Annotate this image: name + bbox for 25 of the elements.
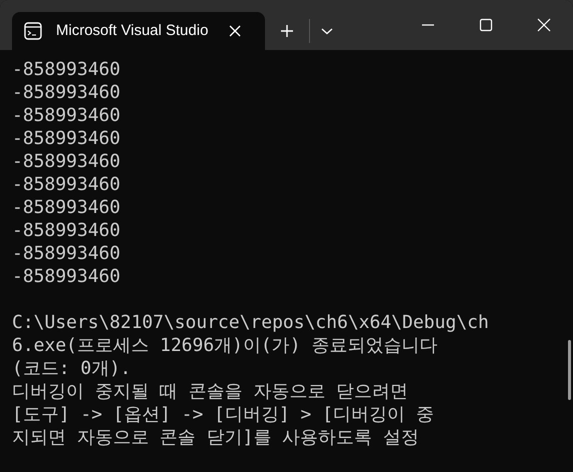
output-value: -858993460 bbox=[12, 81, 120, 104]
output-value: -858993460 bbox=[12, 127, 120, 150]
caret-icon bbox=[321, 27, 333, 35]
console-message-line: 지되면 자동으로 콘솔 닫기]를 사용하도록 설정 bbox=[12, 426, 420, 449]
output-value: -858993460 bbox=[12, 219, 120, 242]
console-message-line: 디버깅이 중지될 때 콘솔을 자동으로 닫으려면 bbox=[12, 380, 408, 403]
output-value: -858993460 bbox=[12, 173, 120, 196]
console-message-line: [도구] -> [옵션] -> [디버깅] > [디버깅이 중 bbox=[12, 403, 434, 426]
close-tab-icon[interactable] bbox=[228, 24, 242, 38]
terminal-tab[interactable]: Microsoft Visual Studio bbox=[12, 12, 265, 50]
maximize-icon bbox=[479, 18, 493, 32]
plus-icon bbox=[280, 24, 294, 38]
close-icon bbox=[537, 18, 551, 32]
output-value: -858993460 bbox=[12, 196, 120, 219]
console-icon bbox=[24, 22, 42, 40]
output-value: -858993460 bbox=[12, 104, 120, 127]
output-value: -858993460 bbox=[12, 265, 120, 288]
output-value: -858993460 bbox=[12, 242, 120, 265]
output-value: -858993460 bbox=[12, 58, 120, 81]
scrollbar-thumb[interactable] bbox=[568, 340, 571, 400]
console-message-line: (코드: 0개). bbox=[12, 357, 132, 380]
console-message-line: C:\Users\82107\source\repos\ch6\x64\Debug\ch bbox=[12, 311, 489, 334]
tab-title: Microsoft Visual Studio bbox=[56, 20, 210, 41]
output-value: -858993460 bbox=[12, 150, 120, 173]
console-message-line: 6.exe(프로세스 12696개)이(가) 종료되었습니다 bbox=[12, 334, 438, 357]
